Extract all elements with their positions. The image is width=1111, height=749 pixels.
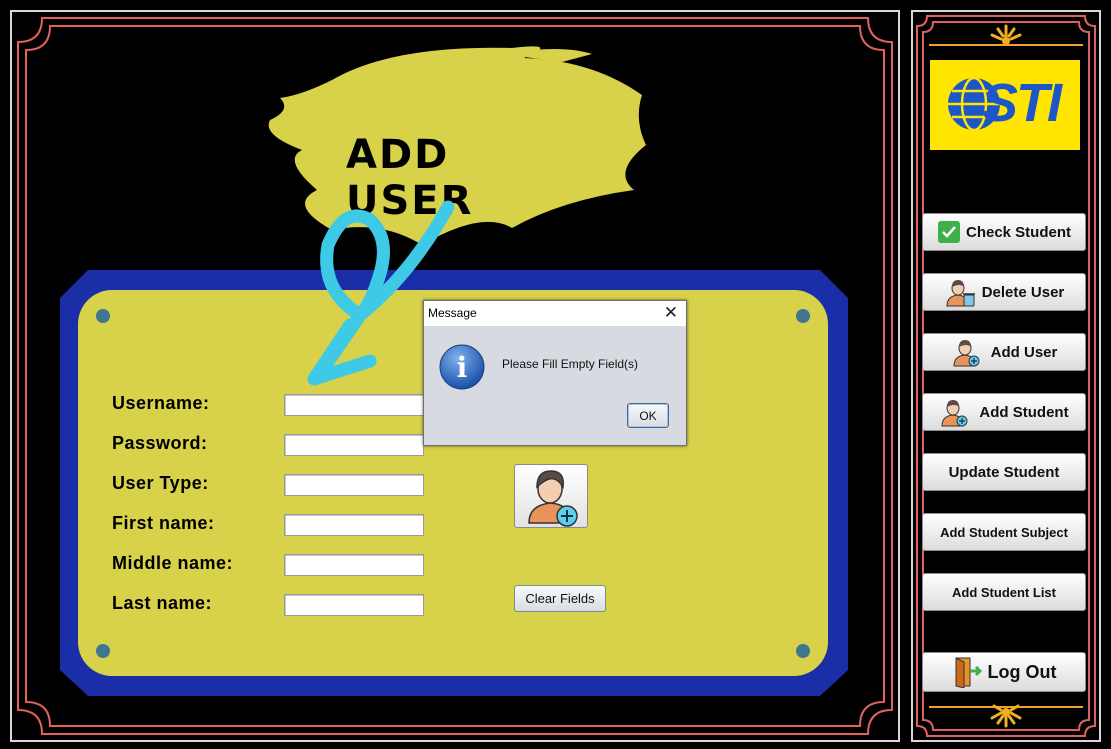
add-student-button[interactable]: Add Student xyxy=(922,393,1086,431)
middle-name-label: Middle name: xyxy=(112,553,234,573)
check-student-label: Check Student xyxy=(965,223,1071,241)
log-out-label: Log Out xyxy=(987,661,1057,682)
checkmark-icon xyxy=(937,221,960,243)
add-user-sidebar-button[interactable]: Add User xyxy=(922,333,1086,371)
ok-label: OK xyxy=(639,408,657,423)
add-student-icon xyxy=(941,400,968,427)
add-user-sidebar-label: Add User xyxy=(990,343,1058,361)
first-name-field[interactable] xyxy=(284,514,424,536)
first-name-label: First name: xyxy=(112,513,215,533)
dialog-message: Please Fill Empty Field(s) xyxy=(502,357,639,371)
info-icon: i xyxy=(439,344,485,390)
close-icon[interactable]: ✕ xyxy=(664,303,678,323)
user-type-label: User Type: xyxy=(112,473,209,493)
update-student-button[interactable]: Update Student xyxy=(922,453,1086,491)
add-student-subject-label: Add Student Subject xyxy=(940,524,1068,540)
last-name-field[interactable] xyxy=(284,594,424,616)
update-student-label: Update Student xyxy=(948,463,1060,481)
ok-button[interactable]: OK xyxy=(627,403,669,428)
svg-text:i: i xyxy=(457,351,468,384)
middle-name-field[interactable] xyxy=(284,554,424,576)
username-label: Username: xyxy=(112,393,210,413)
add-user-button[interactable] xyxy=(514,464,588,528)
add-user-icon xyxy=(528,470,578,527)
add-student-list-button[interactable]: Add Student List xyxy=(922,573,1086,611)
user-type-field[interactable] xyxy=(284,474,424,496)
password-field[interactable] xyxy=(284,434,424,456)
logo-text: STI xyxy=(982,73,1062,133)
last-name-label: Last name: xyxy=(112,593,213,613)
dialog-title: Message xyxy=(428,306,477,320)
username-field[interactable] xyxy=(284,394,424,416)
add-student-subject-button[interactable]: Add Student Subject xyxy=(922,513,1086,551)
delete-user-icon xyxy=(946,280,975,307)
add-student-list-label: Add Student List xyxy=(952,584,1056,600)
delete-user-label: Delete User xyxy=(981,283,1065,301)
check-student-button[interactable]: Check Student xyxy=(922,213,1086,251)
sun-ornament-icon xyxy=(990,704,1022,728)
message-dialog: Message ✕ i Please Fill Empty Field(s) O… xyxy=(423,300,687,446)
log-out-button[interactable]: Log Out xyxy=(922,652,1086,692)
delete-user-button[interactable]: Delete User xyxy=(922,273,1086,311)
sun-ornament-icon xyxy=(990,24,1022,45)
dialog-titlebar[interactable]: Message ✕ xyxy=(424,301,686,326)
sti-logo: STI xyxy=(930,60,1080,150)
password-label: Password: xyxy=(112,433,208,453)
add-user-icon xyxy=(953,340,980,367)
logout-door-icon xyxy=(955,657,982,688)
clear-fields-button[interactable]: Clear Fields xyxy=(514,585,606,612)
add-student-label: Add Student xyxy=(979,403,1069,421)
clear-fields-label: Clear Fields xyxy=(525,591,595,606)
